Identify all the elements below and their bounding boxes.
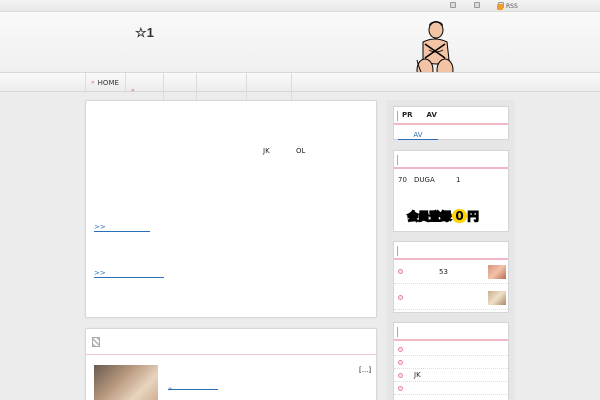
top-link-1[interactable] <box>450 2 470 8</box>
widget-title <box>394 323 508 341</box>
page-icon <box>474 2 480 8</box>
widget-title <box>394 151 508 169</box>
sidebar: PR AV AV 70 DUGA 1 会員登録 0 円 53 JK <box>387 100 515 400</box>
widget-text-duga: DUGA <box>414 176 435 184</box>
post-thumbnail[interactable] <box>94 365 158 400</box>
item-thumbnail[interactable] <box>488 265 506 279</box>
list-item[interactable] <box>394 356 510 369</box>
bullet-icon <box>398 386 403 391</box>
nav-item-home[interactable]: » HOME <box>86 73 126 92</box>
site-header: ☆1 <box>0 12 600 82</box>
rss-link[interactable]: RSS <box>497 3 518 10</box>
signup-banner[interactable]: 会員登録 0 円 <box>404 207 482 225</box>
list-item[interactable]: JK <box>394 369 510 382</box>
list-item[interactable]: 53 <box>394 262 510 284</box>
widget-title <box>394 242 508 260</box>
post-excerpt-ellipsis: [...] <box>359 366 372 374</box>
bullet-icon <box>398 360 403 365</box>
top-link-2[interactable] <box>474 2 494 8</box>
widget-pr: PR AV AV <box>393 106 509 140</box>
top-bar: RSS <box>0 0 600 12</box>
read-more-underline[interactable] <box>168 389 218 390</box>
main-nav: »HOME » » » » <box>0 72 600 155</box>
bullet-icon <box>398 373 403 378</box>
page-icon <box>450 2 456 8</box>
post-icon <box>92 337 100 347</box>
list-item[interactable] <box>394 288 510 310</box>
widget-duga: 70 DUGA 1 会員登録 0 円 <box>393 150 509 232</box>
arrow-icon: » <box>91 79 95 86</box>
post-entry: JK OL >> >> <box>85 100 377 318</box>
widget-title: PR AV <box>394 107 508 125</box>
widget-text-70: 70 <box>398 176 407 184</box>
rss-icon <box>497 3 503 10</box>
list-item[interactable] <box>394 343 510 356</box>
bullet-icon <box>398 347 403 352</box>
arrow-icon: » <box>131 86 135 94</box>
read-more-link[interactable]: >> <box>94 269 164 278</box>
widget-link[interactable]: AV <box>398 131 438 140</box>
bullet-icon <box>398 269 403 274</box>
widget-ranking: 53 <box>393 241 510 313</box>
widget-categories: JK <box>393 322 510 400</box>
read-more-link[interactable]: >> <box>94 223 150 232</box>
post-text-ol: OL <box>296 147 306 155</box>
post-header <box>86 329 376 355</box>
site-title[interactable]: ☆1 <box>135 25 154 41</box>
widget-text-1: 1 <box>456 176 461 184</box>
bullet-icon <box>398 295 403 300</box>
post-entry: [...] » <box>85 328 377 400</box>
item-thumbnail[interactable] <box>488 291 506 305</box>
list-item[interactable] <box>394 382 510 395</box>
post-text-jk: JK <box>263 147 270 155</box>
